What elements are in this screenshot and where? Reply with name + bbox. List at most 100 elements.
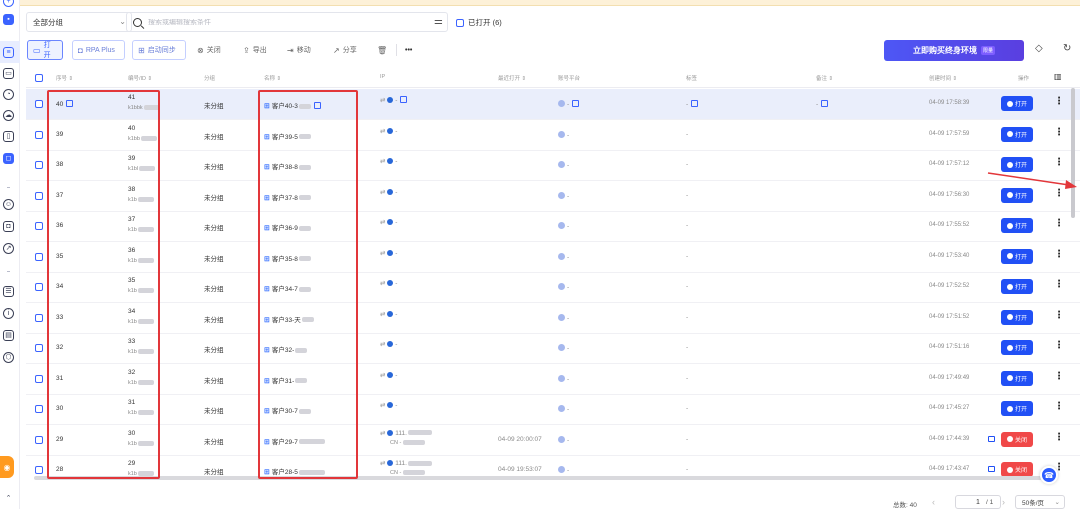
row-checkbox[interactable] — [35, 191, 43, 200]
group-select[interactable]: 全部分组 ⌄ — [26, 12, 132, 32]
more-vertical-icon[interactable]: ⋮ — [1054, 219, 1064, 229]
prev-page-icon[interactable]: ‹ — [932, 497, 935, 507]
more-vertical-icon[interactable]: ⋮ — [1054, 341, 1064, 351]
rpa-plus-button[interactable]: ◘ RPA Plus — [72, 40, 125, 60]
open-button[interactable]: ▭ 打开 — [27, 40, 63, 60]
edit-icon[interactable] — [821, 100, 829, 107]
table-row[interactable]: 32 33 k1b 未分组 ⊞ 客户32- ⇄ - - -04-09 17:51:16 打开 ⋮ — [26, 333, 1080, 364]
row-open-button[interactable]: 打开 — [1001, 157, 1033, 172]
next-page-icon[interactable]: › — [1002, 497, 1005, 507]
support-icon[interactable]: ☎ — [1040, 466, 1058, 484]
more-vertical-icon[interactable]: ⋮ — [1054, 127, 1064, 138]
col-created[interactable]: 创建时间 ⇕ — [929, 74, 957, 82]
col-name[interactable]: 名称 ⇕ — [264, 74, 281, 82]
monitor-icon[interactable] — [988, 466, 995, 472]
promo-badge-icon[interactable]: ◉ — [0, 456, 14, 478]
move-button[interactable]: ⇥ 移动 — [282, 40, 316, 60]
table-row[interactable]: 40 41 k1bbk 未分组 ⊞ 客户40-3 ⇄ - - - -04-09 17:58:39 打… — [26, 89, 1080, 120]
col-serial[interactable]: 序号 ⇕ — [56, 74, 73, 82]
edit-icon[interactable] — [66, 100, 74, 107]
more-vertical-icon[interactable]: ⋮ — [1054, 280, 1064, 290]
row-checkbox[interactable] — [35, 222, 43, 230]
edit-icon[interactable] — [691, 100, 699, 107]
buy-lifetime-button[interactable]: 立即购买终身环境 限量 — [884, 40, 1024, 61]
more-vertical-icon[interactable]: ⋮ — [1054, 249, 1064, 260]
edit-icon[interactable] — [572, 100, 580, 107]
table-row[interactable]: 39 40 k1bb 未分组 ⊞ 客户39-5 ⇄ - - -04-09 17:57:59 打开 ⋮ — [26, 120, 1080, 151]
table-row[interactable]: 31 32 k1b 未分组 ⊞ 客户31- ⇄ - - -04-09 17:49:49 打开 ⋮ — [26, 364, 1080, 395]
cloud-icon[interactable]: ☁ — [3, 110, 14, 121]
page-size-select[interactable]: 50条/页 ⌄ — [1015, 495, 1065, 509]
row-checkbox[interactable] — [35, 374, 43, 383]
edit-icon[interactable] — [400, 96, 408, 103]
monitor-icon[interactable] — [988, 435, 995, 442]
refresh-icon[interactable]: ↻ — [1063, 43, 1071, 54]
row-open-button[interactable]: 打开 — [1001, 340, 1033, 355]
more-button[interactable]: ••• — [400, 40, 417, 60]
opened-only-filter[interactable]: 已打开 (6) — [456, 17, 502, 28]
row-checkbox[interactable] — [35, 344, 43, 352]
row-close-button[interactable]: 关闭 — [1001, 462, 1033, 477]
delete-button[interactable]: 🗑 — [372, 40, 392, 60]
row-checkbox[interactable] — [35, 283, 43, 291]
add-icon[interactable]: + — [3, 0, 14, 7]
row-open-button[interactable]: 打开 — [1001, 401, 1033, 416]
more-vertical-icon[interactable]: ⋮ — [1054, 158, 1064, 168]
table-row[interactable]: 34 35 k1b 未分组 ⊞ 客户34-7 ⇄ - - -04-09 17:52:52 打开 ⋮ — [26, 272, 1080, 303]
close-button[interactable]: ⊗ 关闭 — [192, 40, 226, 60]
row-checkbox[interactable] — [35, 130, 43, 139]
row-open-button[interactable]: 打开 — [1001, 309, 1033, 325]
list-icon[interactable]: ☰ — [3, 286, 14, 297]
robot-icon[interactable]: ◘ — [3, 221, 14, 232]
team-icon[interactable]: ☺ — [3, 199, 14, 210]
column-settings-icon[interactable]: ▥ — [1054, 72, 1062, 81]
page-input[interactable]: 1 — [955, 495, 1001, 509]
col-remark[interactable]: 备注 ⇕ — [816, 74, 833, 82]
row-checkbox[interactable] — [35, 252, 43, 261]
opened-only-checkbox[interactable] — [456, 18, 464, 27]
window-icon[interactable]: ◻ — [3, 153, 14, 164]
more-vertical-icon[interactable]: ⋮ — [1054, 402, 1064, 412]
folder-icon[interactable]: ▭ — [3, 68, 14, 79]
info-icon[interactable]: i — [3, 308, 14, 319]
export-button[interactable]: ⇪ 导出 — [238, 40, 272, 60]
browser-icon[interactable]: ▪ — [3, 14, 14, 25]
sync-button[interactable]: ⊞ 启动同步 — [132, 40, 186, 60]
profiles-icon[interactable]: ≡ — [3, 47, 14, 58]
more-vertical-icon[interactable]: ⋮ — [1054, 310, 1064, 321]
tag-icon[interactable]: ◇ — [1035, 43, 1043, 54]
table-row[interactable]: 35 36 k1b 未分组 ⊞ 客户35-8 ⇄ - - -04-09 17:53:40 打开 ⋮ — [26, 242, 1080, 273]
row-open-button[interactable]: 打开 — [1001, 126, 1033, 142]
vertical-scrollbar[interactable] — [1071, 88, 1075, 218]
clipboard-icon[interactable]: ▤ — [3, 330, 14, 341]
clock-icon[interactable]: ◔ — [3, 89, 14, 100]
table-row[interactable]: 38 39 k1bl 未分组 ⊞ 客户38-8 ⇄ - - -04-09 17:57:12 打开 ⋮ — [26, 150, 1080, 181]
more-vertical-icon[interactable]: ⋮ — [1054, 371, 1064, 382]
row-open-button[interactable]: 打开 — [1001, 370, 1033, 386]
table-row[interactable]: 30 31 k1b 未分组 ⊞ 客户30-7 ⇄ - - -04-09 17:45:27 打开 ⋮ — [26, 394, 1080, 425]
row-open-button[interactable]: 打开 — [1001, 187, 1033, 203]
rocket-icon[interactable]: ↗ — [3, 243, 14, 254]
share-button[interactable]: ↗ 分享 — [328, 40, 362, 60]
table-row[interactable]: 36 37 k1b 未分组 ⊞ 客户36-9 ⇄ - - -04-09 17:55:52 打开 ⋮ — [26, 211, 1080, 242]
table-row[interactable]: 37 38 k1b 未分组 ⊞ 客户37-8 ⇄ - - -04-09 17:56:30 打开 ⋮ — [26, 181, 1080, 212]
row-checkbox[interactable] — [35, 100, 43, 108]
row-open-button[interactable]: 打开 — [1001, 248, 1033, 264]
row-checkbox[interactable] — [35, 466, 43, 474]
more-vertical-icon[interactable]: ⋮ — [1054, 432, 1064, 443]
horizontal-scrollbar[interactable] — [34, 476, 1042, 480]
edit-icon[interactable] — [313, 102, 321, 109]
col-code[interactable]: 编号/ID ⇕ — [128, 74, 152, 82]
search-box[interactable] — [126, 12, 448, 32]
select-all-checkbox[interactable] — [35, 74, 43, 82]
more-vertical-icon[interactable]: ⋮ — [1054, 97, 1064, 107]
row-checkbox[interactable] — [35, 313, 43, 322]
trash-icon[interactable]: ▯ — [3, 131, 14, 142]
row-open-button[interactable]: 打开 — [1001, 218, 1033, 233]
shield-icon[interactable]: ⬡ — [3, 352, 14, 363]
row-close-button[interactable]: 关闭 — [1001, 431, 1033, 447]
col-last-open[interactable]: 最近打开 ⇕ — [498, 74, 526, 82]
filter-settings-icon[interactable]: ⚌ — [434, 16, 443, 27]
expand-icon[interactable]: ⌃ — [3, 493, 14, 504]
row-checkbox[interactable] — [35, 405, 43, 413]
